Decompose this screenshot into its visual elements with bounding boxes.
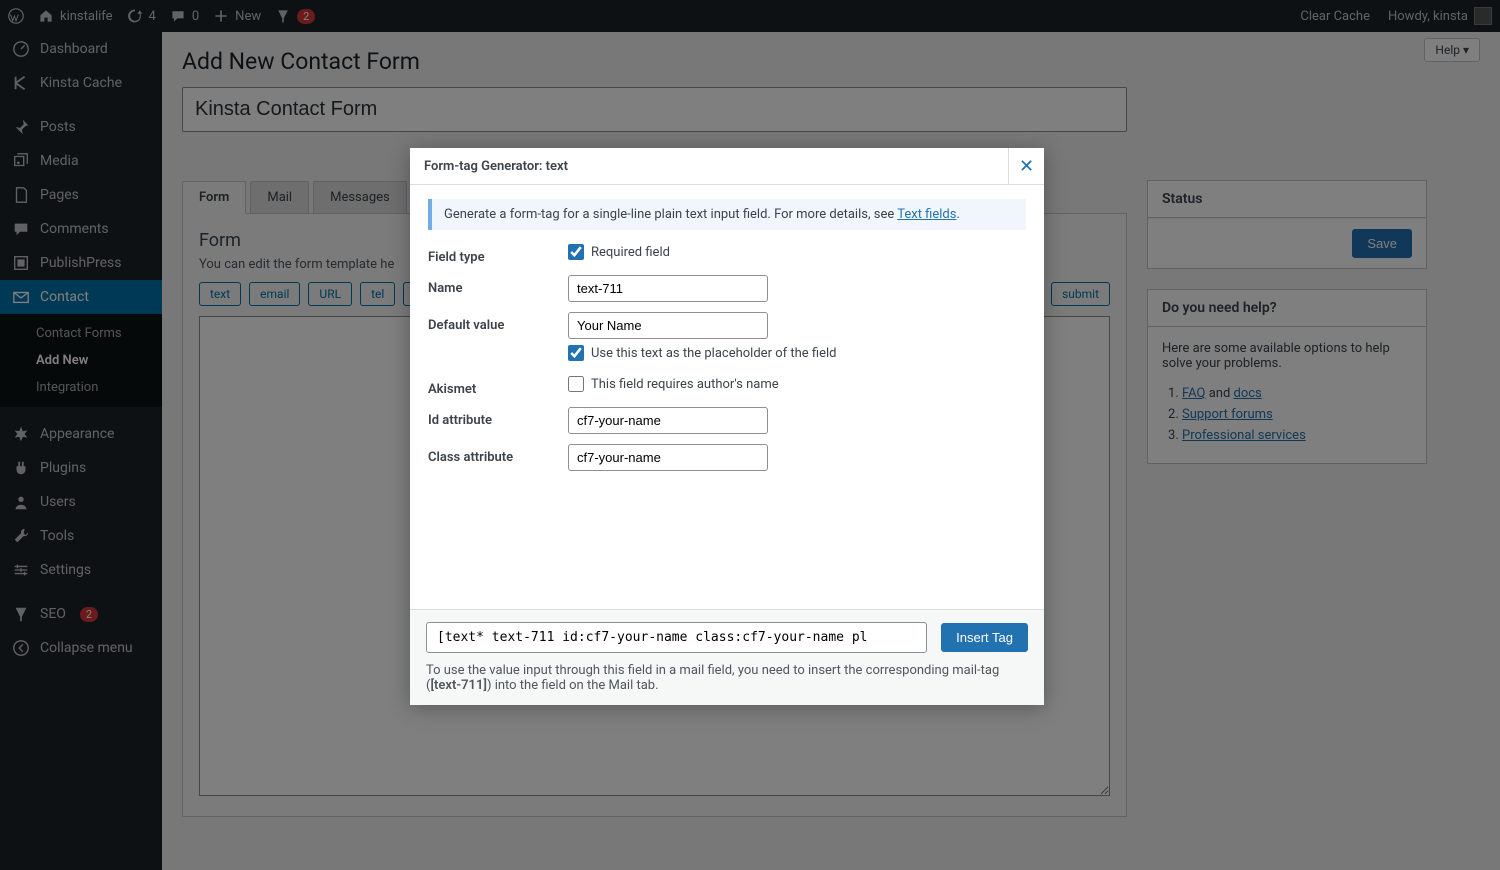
default-value-label: Default value <box>428 312 568 333</box>
id-attribute-input[interactable] <box>568 407 768 434</box>
akismet-label: Akismet <box>428 376 568 397</box>
modal-info: Generate a form-tag for a single-line pl… <box>428 199 1026 230</box>
name-label: Name <box>428 275 568 296</box>
insert-tag-button[interactable]: Insert Tag <box>941 623 1028 652</box>
name-input[interactable] <box>568 275 768 302</box>
modal-footer-note: To use the value input through this fiel… <box>426 663 1028 693</box>
modal-close-button[interactable]: ✕ <box>1008 148 1044 184</box>
akismet-checkbox[interactable] <box>568 376 584 392</box>
akismet-check-label: This field requires author's name <box>591 377 779 392</box>
placeholder-checkbox[interactable] <box>568 345 584 361</box>
tag-output[interactable] <box>426 622 927 653</box>
text-fields-link[interactable]: Text fields <box>897 207 956 222</box>
placeholder-check-label: Use this text as the placeholder of the … <box>591 346 836 361</box>
field-type-label: Field type <box>428 244 568 265</box>
required-label: Required field <box>591 245 670 260</box>
class-attribute-input[interactable] <box>568 444 768 471</box>
id-attribute-label: Id attribute <box>428 407 568 428</box>
class-attribute-label: Class attribute <box>428 444 568 465</box>
required-checkbox[interactable] <box>568 244 584 260</box>
modal-title: Form-tag Generator: text <box>410 149 1008 184</box>
default-value-input[interactable] <box>568 312 768 339</box>
form-tag-generator-modal: Form-tag Generator: text ✕ Generate a fo… <box>410 148 1044 705</box>
close-icon: ✕ <box>1019 156 1034 177</box>
